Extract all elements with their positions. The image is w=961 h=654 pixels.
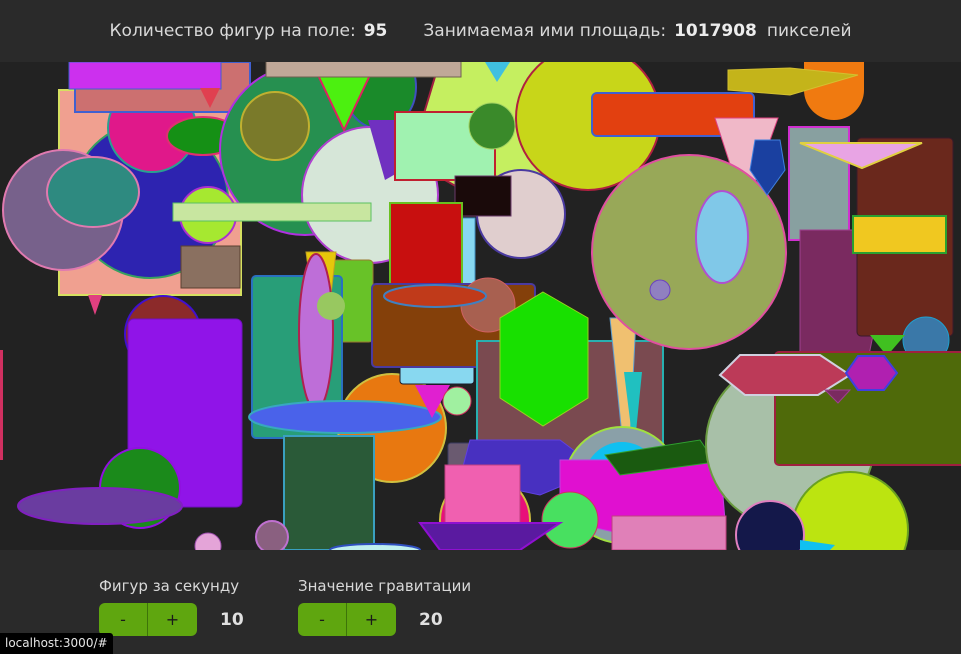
area-label: Занимаемая ими площадь: xyxy=(423,21,667,41)
shape-rectangle xyxy=(265,62,462,78)
shape-count-label: Количество фигур на поле: xyxy=(109,21,356,41)
shape-count-value: 95 xyxy=(363,21,388,41)
shape-rectangle xyxy=(0,350,3,460)
spawn-rate-label: Фигур за секунду xyxy=(99,577,240,595)
gravity-control: Значение гравитации - + 20 xyxy=(298,577,471,636)
controls-panel: Фигур за секунду - + 10 Значение гравита… xyxy=(0,550,961,654)
shape-polygon xyxy=(418,522,564,550)
stats-header: Количество фигур на поле: 95 Занимаемая … xyxy=(0,0,961,62)
shape-ellipse xyxy=(695,190,749,284)
shape-circle xyxy=(649,279,671,301)
spawn-rate-row: - + 10 xyxy=(99,603,244,636)
gravity-decrease-button[interactable]: - xyxy=(298,603,347,636)
shape-ellipse xyxy=(248,400,442,434)
shape-rectangle xyxy=(611,515,727,550)
shape-rectangle xyxy=(852,215,947,254)
spawn-rate-decrease-button[interactable]: - xyxy=(99,603,148,636)
shape-circle xyxy=(317,292,345,320)
shape-rectangle xyxy=(283,435,375,550)
gravity-label: Значение гравитации xyxy=(298,577,472,595)
area-value: 1017908 xyxy=(674,21,757,41)
gravity-row: - + 20 xyxy=(298,603,471,636)
shape-circle xyxy=(591,154,787,350)
shapes-drawing[interactable] xyxy=(0,62,961,550)
spawn-rate-control: Фигур за секунду - + 10 xyxy=(99,577,244,636)
status-bar-url: localhost:3000/# xyxy=(0,633,113,654)
shape-circle xyxy=(468,102,516,150)
shape-rectangle xyxy=(454,175,512,217)
shape-circle xyxy=(442,386,472,416)
gravity-value: 20 xyxy=(419,609,443,630)
shape-circle xyxy=(194,532,222,550)
shape-count-stat: Количество фигур на поле: 95 xyxy=(109,21,387,41)
gravity-increase-button[interactable]: + xyxy=(347,603,396,636)
shape-ellipse xyxy=(383,284,487,308)
shape-circle xyxy=(240,91,310,161)
shape-ellipse xyxy=(17,487,183,525)
shape-circle xyxy=(255,520,289,550)
shape-triangle xyxy=(88,295,102,315)
shape-circle xyxy=(541,491,599,549)
shape-rectangle xyxy=(172,202,372,222)
shape-rectangle xyxy=(180,245,241,289)
area-unit: пикселей xyxy=(766,21,852,41)
shape-rectangle xyxy=(68,62,222,90)
spawn-rate-value: 10 xyxy=(220,609,244,630)
spawn-rate-increase-button[interactable]: + xyxy=(148,603,197,636)
shape-ellipse xyxy=(46,156,140,228)
shape-ellipse xyxy=(298,253,334,411)
area-stat: Занимаемая ими площадь: 1017908 пикселей xyxy=(423,21,851,41)
shapes-canvas[interactable] xyxy=(0,62,961,550)
shape-hexagon xyxy=(499,291,589,427)
